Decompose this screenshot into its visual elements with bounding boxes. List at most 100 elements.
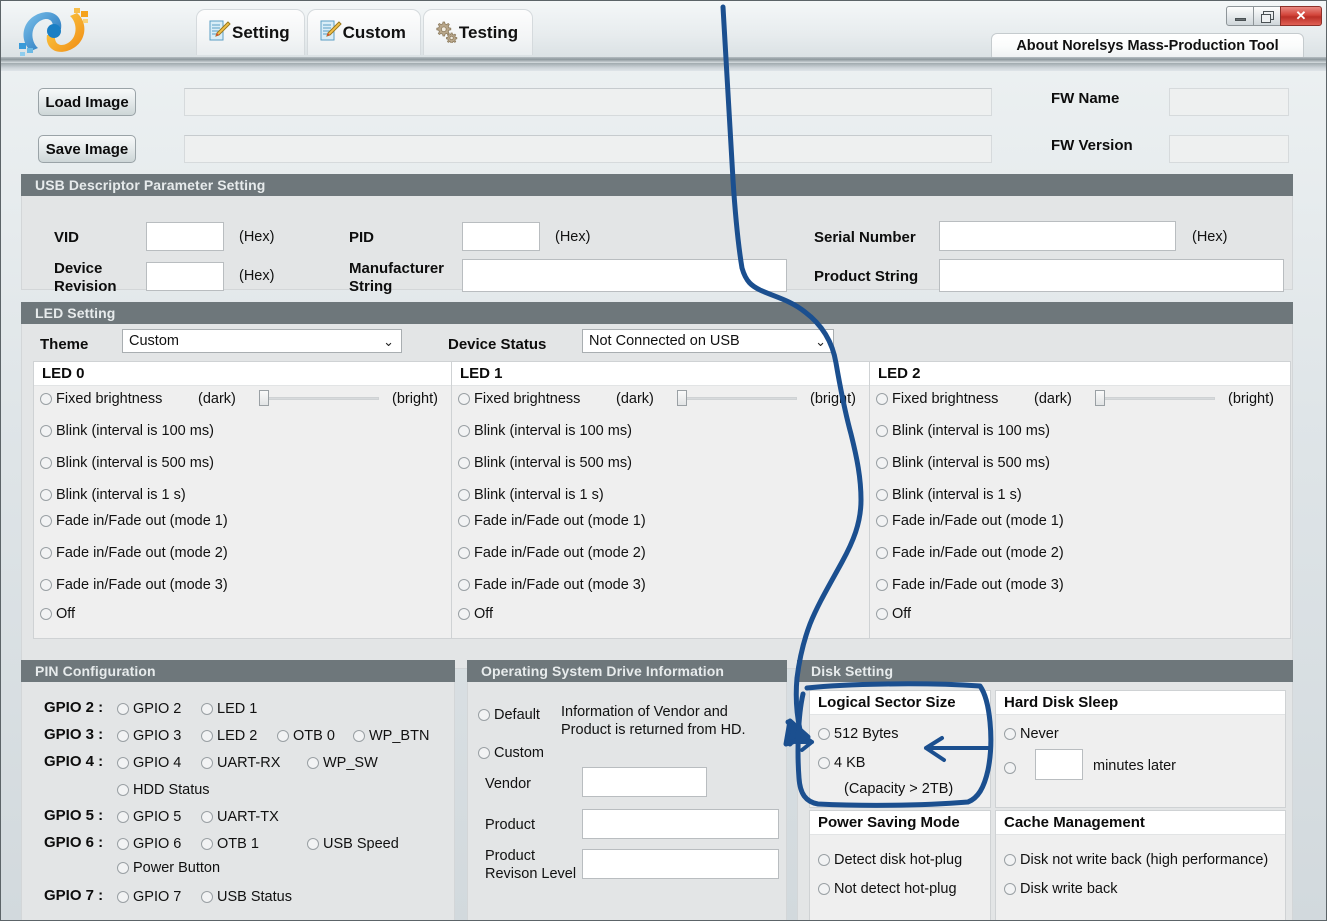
led2-option-blink-100ms[interactable]: Blink (interval is 100 ms) <box>876 423 1050 439</box>
radio-icon <box>40 547 52 559</box>
manufacturer-string-label: Manufacturer String <box>349 260 445 295</box>
led2-option-off[interactable]: Off <box>876 606 911 622</box>
led0-option-blink-1s[interactable]: Blink (interval is 1 s) <box>40 487 186 503</box>
gpio6-option-otb1[interactable]: OTB 1 <box>201 836 259 852</box>
gpio7-option-gpio7[interactable]: GPIO 7 <box>117 889 181 905</box>
hard-disk-sleep-minutes-field[interactable] <box>1035 749 1083 780</box>
led1-brightness-slider[interactable] <box>677 390 797 406</box>
logical-sector-size-panel: Logical Sector Size 512 Bytes 4 KB (Capa… <box>809 690 991 808</box>
slider-thumb[interactable] <box>259 390 269 406</box>
led2-option-fade-mode3[interactable]: Fade in/Fade out (mode 3) <box>876 577 1064 593</box>
gpio3-option-otb0[interactable]: OTB 0 <box>277 728 335 744</box>
slider-thumb[interactable] <box>677 390 687 406</box>
led1-option-blink-1s[interactable]: Blink (interval is 1 s) <box>458 487 604 503</box>
led0-option-fade-mode2[interactable]: Fade in/Fade out (mode 2) <box>40 545 228 561</box>
pid-field[interactable] <box>462 222 540 251</box>
load-image-path-field[interactable] <box>184 88 992 116</box>
led0-option-off[interactable]: Off <box>40 606 75 622</box>
vid-label: VID <box>54 229 80 246</box>
led2-option-fixed-brightness[interactable]: Fixed brightness <box>876 391 998 407</box>
led2-dark-label: (dark) <box>1034 391 1072 407</box>
tab-testing[interactable]: Testing <box>422 9 534 55</box>
gpio5-option-gpio5[interactable]: GPIO 5 <box>117 809 181 825</box>
os-drive-option-default[interactable]: Default <box>478 707 540 723</box>
led1-option-blink-500ms[interactable]: Blink (interval is 500 ms) <box>458 455 632 471</box>
led2-option-blink-500ms[interactable]: Blink (interval is 500 ms) <box>876 455 1050 471</box>
vendor-field[interactable] <box>582 767 707 797</box>
led0-panel: LED 0 Fixed brightness (dark) (bright) B… <box>33 361 455 639</box>
led1-option-fade-mode1[interactable]: Fade in/Fade out (mode 1) <box>458 513 646 529</box>
os-drive-default-label: Default <box>494 707 540 723</box>
gpio6-option-power-button[interactable]: Power Button <box>117 860 220 876</box>
manufacturer-string-field[interactable] <box>462 259 787 292</box>
pin-option-label: OTB 0 <box>293 728 335 744</box>
gpio2-option-led1[interactable]: LED 1 <box>201 701 257 717</box>
maximize-button[interactable] <box>1253 6 1281 26</box>
led1-option-blink-100ms[interactable]: Blink (interval is 100 ms) <box>458 423 632 439</box>
cache-option-write-back[interactable]: Disk write back <box>1004 881 1118 897</box>
led1-option-off[interactable]: Off <box>458 606 493 622</box>
gpio4-option-wp-sw[interactable]: WP_SW <box>307 755 378 771</box>
gpio5-option-uart-tx[interactable]: UART-TX <box>201 809 279 825</box>
minimize-icon <box>1234 17 1246 21</box>
led0-option-fixed-brightness[interactable]: Fixed brightness <box>40 391 162 407</box>
led1-option-fade-mode2[interactable]: Fade in/Fade out (mode 2) <box>458 545 646 561</box>
tab-custom[interactable]: Custom <box>306 9 421 55</box>
hard-disk-sleep-option-minutes[interactable] <box>1004 762 1020 774</box>
radio-icon <box>458 547 470 559</box>
led0-option-fade-mode3[interactable]: Fade in/Fade out (mode 3) <box>40 577 228 593</box>
gpio4-option-gpio4[interactable]: GPIO 4 <box>117 755 181 771</box>
led0-option-blink-500ms[interactable]: Blink (interval is 500 ms) <box>40 455 214 471</box>
device-revision-hex-label: (Hex) <box>239 268 275 284</box>
device-status-select[interactable]: Not Connected on USB ⌄ <box>582 329 834 353</box>
load-image-button[interactable]: Load Image <box>38 88 136 116</box>
gpio7-option-usb-status[interactable]: USB Status <box>201 889 292 905</box>
logical-sector-option-512-bytes[interactable]: 512 Bytes <box>818 726 899 742</box>
led1-option-fixed-brightness[interactable]: Fixed brightness <box>458 391 580 407</box>
power-saving-option-not-detect-hotplug[interactable]: Not detect hot-plug <box>818 881 957 897</box>
led2-option-fade-mode2[interactable]: Fade in/Fade out (mode 2) <box>876 545 1064 561</box>
vid-field[interactable] <box>146 222 224 251</box>
serial-number-label: Serial Number <box>814 229 916 246</box>
gpio3-option-led2[interactable]: LED 2 <box>201 728 257 744</box>
slider-thumb[interactable] <box>1095 390 1105 406</box>
gpio6-option-gpio6[interactable]: GPIO 6 <box>117 836 181 852</box>
gpio2-option-gpio2[interactable]: GPIO 2 <box>117 701 181 717</box>
radio-icon <box>876 489 888 501</box>
fw-name-field[interactable] <box>1169 88 1289 116</box>
save-image-button[interactable]: Save Image <box>38 135 136 163</box>
gpio3-option-gpio3[interactable]: GPIO 3 <box>117 728 181 744</box>
minimize-button[interactable] <box>1226 6 1254 26</box>
logical-sector-option-4kb[interactable]: 4 KB <box>818 755 865 771</box>
product-revision-field[interactable] <box>582 849 779 879</box>
led1-option-fade-mode3[interactable]: Fade in/Fade out (mode 3) <box>458 577 646 593</box>
tab-setting[interactable]: Setting <box>196 9 305 55</box>
led0-option-fade-mode1[interactable]: Fade in/Fade out (mode 1) <box>40 513 228 529</box>
serial-number-field[interactable] <box>939 221 1176 251</box>
power-saving-option-detect-hotplug[interactable]: Detect disk hot-plug <box>818 852 962 868</box>
gpio7-label: GPIO 7 : <box>44 887 104 904</box>
led2-option-fade-mode1[interactable]: Fade in/Fade out (mode 1) <box>876 513 1064 529</box>
gpio3-option-wp-btn[interactable]: WP_BTN <box>353 728 429 744</box>
gpio4-option-hdd-status[interactable]: HDD Status <box>117 782 210 798</box>
os-drive-option-custom[interactable]: Custom <box>478 745 544 761</box>
led2-brightness-slider[interactable] <box>1095 390 1215 406</box>
close-button[interactable]: ✕ <box>1280 6 1322 26</box>
cache-option-not-write-back[interactable]: Disk not write back (high performance) <box>1004 852 1268 868</box>
gpio6-option-usb-speed[interactable]: USB Speed <box>307 836 399 852</box>
product-field[interactable] <box>582 809 779 839</box>
led0-brightness-slider[interactable] <box>259 390 379 406</box>
hard-disk-sleep-option-never[interactable]: Never <box>1004 726 1059 742</box>
led1-option-label: Fade in/Fade out (mode 3) <box>474 577 646 593</box>
led0-option-blink-100ms[interactable]: Blink (interval is 100 ms) <box>40 423 214 439</box>
led0-option-label: Fade in/Fade out (mode 3) <box>56 577 228 593</box>
fw-version-field[interactable] <box>1169 135 1289 163</box>
about-button[interactable]: About Norelsys Mass-Production Tool <box>991 33 1304 59</box>
product-label: Product <box>485 817 535 833</box>
gpio4-option-uart-rx[interactable]: UART-RX <box>201 755 280 771</box>
product-string-field[interactable] <box>939 259 1284 292</box>
theme-select[interactable]: Custom ⌄ <box>122 329 402 353</box>
save-image-path-field[interactable] <box>184 135 992 163</box>
device-revision-field[interactable] <box>146 262 224 291</box>
led2-option-blink-1s[interactable]: Blink (interval is 1 s) <box>876 487 1022 503</box>
